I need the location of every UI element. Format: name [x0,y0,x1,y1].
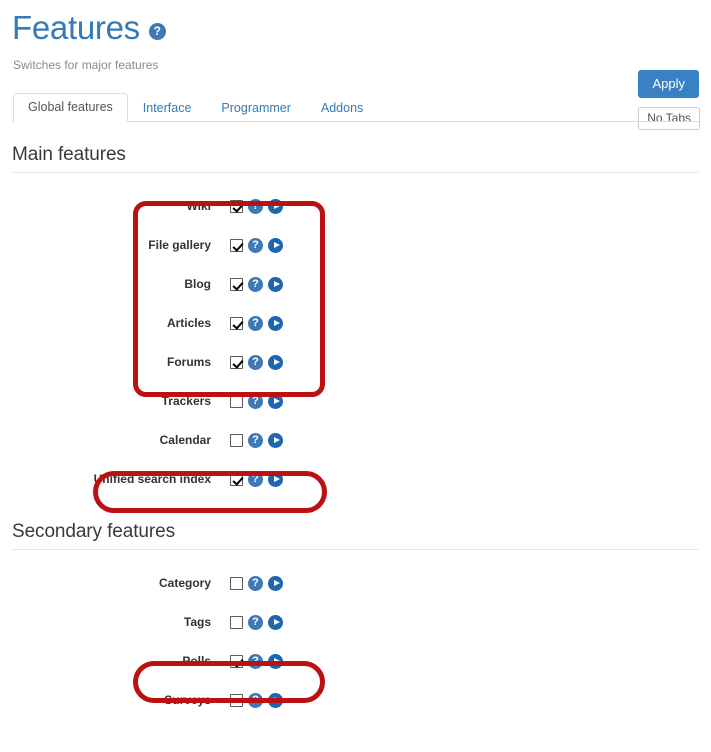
feature-checkbox-category[interactable] [230,577,243,590]
section-secondary-features: Secondary features Category Tags [12,499,699,720]
feature-checkbox-file-gallery[interactable] [230,239,243,252]
feature-label: Category [158,576,211,590]
feature-row-blog: Blog [12,265,699,304]
feature-row-file-gallery: File gallery [12,226,699,265]
help-circle-icon[interactable] [248,394,263,409]
feature-list-secondary: Category Tags Polls [12,550,699,720]
help-circle-icon[interactable] [248,576,263,591]
tab-addons[interactable]: Addons [306,94,378,122]
feature-checkbox-blog[interactable] [230,278,243,291]
help-circle-icon[interactable] [248,693,263,708]
feature-controls [230,693,283,708]
feature-checkbox-tags[interactable] [230,616,243,629]
help-circle-icon[interactable] [248,199,263,214]
feature-row-articles: Articles [12,304,699,343]
play-circle-icon[interactable] [268,615,283,630]
feature-label: Unified search index [93,472,211,486]
help-circle-icon[interactable] [248,316,263,331]
feature-controls [230,355,283,370]
help-circle-icon[interactable] [148,22,166,40]
feature-label: Calendar [159,433,211,447]
play-circle-icon[interactable] [268,654,283,669]
feature-row-unified-search-index: Unified search index [12,460,699,499]
play-circle-icon[interactable] [268,238,283,253]
page-header: Features Switches for major features [0,0,711,72]
feature-controls [230,277,283,292]
feature-label: Forums [166,355,211,369]
feature-label: Trackers [161,394,211,408]
feature-checkbox-unified-search-index[interactable] [230,473,243,486]
tab-interface[interactable]: Interface [128,94,207,122]
help-circle-icon[interactable] [248,615,263,630]
feature-controls [230,615,283,630]
feature-checkbox-polls[interactable] [230,655,243,668]
features-admin-page: Features Switches for major features App… [0,0,711,752]
feature-row-tags: Tags [12,603,699,642]
feature-controls [230,316,283,331]
play-circle-icon[interactable] [268,472,283,487]
help-circle-icon[interactable] [248,238,263,253]
feature-checkbox-surveys[interactable] [230,694,243,707]
play-circle-icon[interactable] [268,355,283,370]
feature-controls [230,238,283,253]
feature-controls [230,394,283,409]
feature-controls [230,433,283,448]
play-circle-icon[interactable] [268,199,283,214]
play-circle-icon[interactable] [268,576,283,591]
feature-label: Articles [166,316,211,330]
feature-row-wiki: Wiki [12,187,699,226]
section-title-secondary-features: Secondary features [12,499,699,550]
feature-row-category: Category [12,564,699,603]
feature-checkbox-calendar[interactable] [230,434,243,447]
feature-checkbox-articles[interactable] [230,317,243,330]
feature-label: Polls [182,654,211,668]
help-circle-icon[interactable] [248,472,263,487]
play-circle-icon[interactable] [268,394,283,409]
feature-row-trackers: Trackers [12,382,699,421]
tab-bar: Global features Interface Programmer Add… [12,93,699,122]
feature-label: Surveys [164,693,211,707]
page-title: Features [12,9,140,46]
tab-programmer[interactable]: Programmer [206,94,305,122]
feature-controls [230,576,283,591]
help-circle-icon[interactable] [248,355,263,370]
help-circle-icon[interactable] [248,654,263,669]
feature-label: File gallery [148,238,211,252]
feature-label: Blog [184,277,211,291]
feature-row-polls: Polls [12,642,699,681]
page-subtitle: Switches for major features [13,58,159,72]
section-title-main-features: Main features [12,122,699,173]
play-circle-icon[interactable] [268,433,283,448]
feature-label: Wiki [186,199,211,213]
play-circle-icon[interactable] [268,693,283,708]
play-circle-icon[interactable] [268,277,283,292]
feature-controls [230,654,283,669]
feature-checkbox-wiki[interactable] [230,200,243,213]
feature-controls [230,199,283,214]
feature-checkbox-trackers[interactable] [230,395,243,408]
help-circle-icon[interactable] [248,277,263,292]
feature-list-main: Wiki File gallery Blog [12,173,699,499]
play-circle-icon[interactable] [268,316,283,331]
feature-row-forums: Forums [12,343,699,382]
feature-label: Tags [183,615,211,629]
feature-row-calendar: Calendar [12,421,699,460]
help-circle-icon[interactable] [248,433,263,448]
section-main-features: Main features Wiki File gallery [12,122,699,499]
feature-checkbox-forums[interactable] [230,356,243,369]
feature-controls [230,472,283,487]
tab-global-features[interactable]: Global features [13,93,128,122]
page-title-row: Features [12,8,699,48]
feature-row-surveys: Surveys [12,681,699,720]
